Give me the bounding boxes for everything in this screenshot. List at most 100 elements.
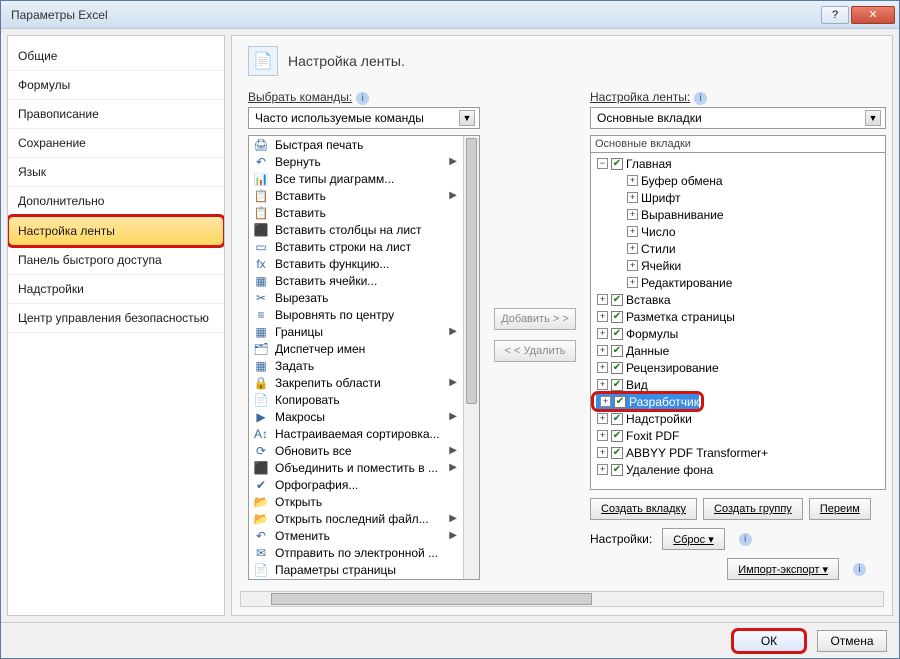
tree-tab[interactable]: +✔Foxit PDF: [593, 427, 883, 444]
tree-tab[interactable]: +✔Формулы: [593, 325, 883, 342]
ok-button[interactable]: ОК: [733, 630, 805, 652]
command-item[interactable]: 🖨Быстрая печать: [249, 136, 463, 153]
tree-tab[interactable]: +✔ABBYY PDF Transformer+: [593, 444, 883, 461]
command-item[interactable]: ▦Границы▶: [249, 323, 463, 340]
command-icon: 🔒: [253, 375, 269, 391]
customise-target-combo[interactable]: Основные вкладки ▼: [590, 107, 886, 129]
tree-group[interactable]: +Стили: [593, 240, 883, 257]
sidebar-item[interactable]: Дополнительно: [8, 187, 224, 216]
command-icon: ⬛: [253, 222, 269, 238]
ribbon-icon: 📄: [248, 46, 278, 76]
command-item[interactable]: 📄Копировать: [249, 391, 463, 408]
command-item[interactable]: 📄Параметры страницы: [249, 561, 463, 578]
command-item[interactable]: 🗂Диспетчер имен: [249, 340, 463, 357]
sidebar-item[interactable]: Центр управления безопасностью: [8, 304, 224, 333]
command-item[interactable]: ✂Вырезать: [249, 289, 463, 306]
command-item[interactable]: 📋Вставить▶: [249, 187, 463, 204]
new-group-button[interactable]: Создать группу: [703, 498, 803, 520]
sidebar-item[interactable]: Надстройки: [8, 275, 224, 304]
command-item[interactable]: ✉Отправить по электронной ...: [249, 544, 463, 561]
command-item[interactable]: A↕Настраиваемая сортировка...: [249, 425, 463, 442]
command-item[interactable]: 🔒Закрепить области▶: [249, 374, 463, 391]
command-icon: fx: [253, 256, 269, 272]
help-button[interactable]: ?: [821, 6, 849, 24]
import-export-button[interactable]: Импорт-экспорт ▾: [727, 558, 839, 580]
main-panel: 📄 Настройка ленты. Выбрать команды:i Час…: [231, 35, 893, 616]
command-item[interactable]: 📂Открыть последний файл...▶: [249, 510, 463, 527]
remove-button[interactable]: < < Удалить: [494, 340, 576, 362]
chevron-down-icon: ▼: [459, 110, 475, 126]
tree-group[interactable]: +Редактирование: [593, 274, 883, 291]
command-icon: 📋: [253, 188, 269, 204]
cancel-button[interactable]: Отмена: [817, 630, 887, 652]
command-item[interactable]: fxВставить функцию...: [249, 255, 463, 272]
tree-group[interactable]: +Шрифт: [593, 189, 883, 206]
tree-tab[interactable]: +✔Рецензирование: [593, 359, 883, 376]
command-item[interactable]: 📊Все типы диаграмм...: [249, 170, 463, 187]
command-icon: A↕: [253, 426, 269, 442]
settings-label: Настройки:: [590, 532, 652, 546]
ribbon-tree[interactable]: −✔Главная+Буфер обмена+Шрифт+Выравнивани…: [590, 152, 886, 490]
horizontal-scrollbar[interactable]: [240, 591, 884, 607]
scrollbar[interactable]: [463, 136, 479, 579]
columns: Выбрать команды:i Часто используемые ком…: [248, 90, 886, 580]
command-icon: 📄: [253, 562, 269, 578]
new-tab-button[interactable]: Создать вкладку: [590, 498, 697, 520]
tree-tab[interactable]: +✔Вставка: [593, 291, 883, 308]
command-item[interactable]: ▭Вставить строки на лист: [249, 238, 463, 255]
tree-group[interactable]: +Выравнивание: [593, 206, 883, 223]
command-item[interactable]: ⊞Пересчет: [249, 578, 463, 579]
window-title: Параметры Excel: [11, 8, 819, 22]
sidebar-item[interactable]: Общие: [8, 42, 224, 71]
tree-tab[interactable]: +✔Данные: [593, 342, 883, 359]
commands-list[interactable]: 🖨Быстрая печать↶Вернуть▶📊Все типы диагра…: [248, 135, 480, 580]
command-item[interactable]: ⬛Объединить и поместить в ...▶: [249, 459, 463, 476]
chevron-right-icon: ▶: [449, 513, 457, 524]
sidebar-item[interactable]: Правописание: [8, 100, 224, 129]
command-item[interactable]: ▦Вставить ячейки...: [249, 272, 463, 289]
sidebar-item[interactable]: Язык: [8, 158, 224, 187]
commands-column: Выбрать команды:i Часто используемые ком…: [248, 90, 480, 580]
tree-tab[interactable]: +✔Удаление фона: [593, 461, 883, 478]
close-button[interactable]: ✕: [851, 6, 895, 24]
info-icon[interactable]: i: [853, 563, 866, 576]
command-item[interactable]: ⟳Обновить все▶: [249, 442, 463, 459]
ribbon-column: Настройка ленты:i Основные вкладки ▼ Осн…: [590, 90, 886, 580]
info-icon[interactable]: i: [739, 533, 752, 546]
tree-group[interactable]: +Ячейки: [593, 257, 883, 274]
command-item[interactable]: ▦Задать: [249, 357, 463, 374]
tree-group[interactable]: +Буфер обмена: [593, 172, 883, 189]
command-icon: ⟳: [253, 443, 269, 459]
dialog-footer: ОК Отмена: [1, 622, 899, 658]
command-item[interactable]: ▶Макросы▶: [249, 408, 463, 425]
command-icon: ⬛: [253, 460, 269, 476]
tree-tab[interactable]: +✔Надстройки: [593, 410, 883, 427]
rename-button[interactable]: Переим: [809, 498, 871, 520]
sidebar-item[interactable]: Настройка ленты: [8, 216, 224, 246]
tree-group[interactable]: +Число: [593, 223, 883, 240]
transfer-column: Добавить > > < < Удалить: [492, 90, 578, 580]
command-item[interactable]: ⬛Вставить столбцы на лист: [249, 221, 463, 238]
add-button[interactable]: Добавить > >: [494, 308, 576, 330]
sidebar-item[interactable]: Формулы: [8, 71, 224, 100]
panel-heading: Настройка ленты.: [288, 53, 405, 69]
tree-tab[interactable]: −✔Главная: [593, 155, 883, 172]
command-item[interactable]: ≡Выровнять по центру: [249, 306, 463, 323]
tree-tab[interactable]: +✔Разработчик: [596, 393, 699, 410]
category-sidebar: ОбщиеФормулыПравописаниеСохранениеЯзыкДо…: [7, 35, 225, 616]
sidebar-item[interactable]: Сохранение: [8, 129, 224, 158]
info-icon[interactable]: i: [356, 92, 369, 105]
command-item[interactable]: 📂Открыть: [249, 493, 463, 510]
command-item[interactable]: ↶Вернуть▶: [249, 153, 463, 170]
command-item[interactable]: ✔Орфография...: [249, 476, 463, 493]
tree-tab[interactable]: +✔Разметка страницы: [593, 308, 883, 325]
info-icon[interactable]: i: [694, 92, 707, 105]
tree-tab[interactable]: +✔Вид: [593, 376, 883, 393]
sidebar-item[interactable]: Панель быстрого доступа: [8, 246, 224, 275]
command-item[interactable]: 📋Вставить: [249, 204, 463, 221]
reset-button[interactable]: Сброс ▾: [662, 528, 725, 550]
command-icon: ≡: [253, 307, 269, 323]
command-item[interactable]: ↶Отменить▶: [249, 527, 463, 544]
choose-commands-combo[interactable]: Часто используемые команды ▼: [248, 107, 480, 129]
command-icon: 📂: [253, 511, 269, 527]
